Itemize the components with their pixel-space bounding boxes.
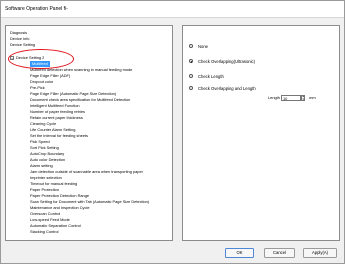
option-label: Check Length: [198, 74, 224, 79]
option-label: Check Overlapping(Ultrasonic): [198, 59, 256, 64]
multifeed-options-panel: None Check Overlapping(Ultrasonic) Check…: [182, 25, 340, 241]
length-spinner[interactable]: ▲ ▼: [301, 95, 305, 101]
window-title: Software Operation Panel fi-: [1, 1, 344, 18]
cancel-button[interactable]: Cancel: [264, 248, 295, 258]
length-setting: Length 10 ▲ ▼ mm: [268, 95, 316, 101]
option-none[interactable]: None: [189, 43, 208, 50]
radio-check-overlapping[interactable]: [189, 59, 193, 64]
option-label: Check Overlapping and Length: [198, 86, 256, 91]
option-check-length[interactable]: Check Length: [189, 73, 224, 80]
length-input[interactable]: 10: [281, 95, 301, 101]
apply-button[interactable]: Apply(A): [303, 248, 337, 258]
length-label: Length: [268, 95, 280, 101]
tree-item-device-setting[interactable]: Device Setting: [10, 42, 35, 48]
settings-tree[interactable]: Diagnosis Device Info Device Setting − D…: [5, 25, 173, 241]
software-operation-panel-window: Software Operation Panel fi- Diagnosis D…: [0, 0, 345, 264]
radio-none[interactable]: [189, 44, 193, 49]
ok-button[interactable]: OK: [225, 248, 254, 258]
length-unit: mm: [309, 95, 316, 101]
tree-item[interactable]: Stacking Control: [30, 229, 59, 235]
option-label: None: [198, 44, 209, 49]
radio-check-length[interactable]: [189, 74, 193, 79]
resize-grip-icon[interactable]: ⋰: [338, 256, 342, 261]
option-check-overlapping-and-length[interactable]: Check Overlapping and Length: [189, 85, 256, 92]
radio-check-overlapping-and-length[interactable]: [189, 86, 193, 91]
highlight-circle: [8, 49, 74, 69]
option-check-overlapping[interactable]: Check Overlapping(Ultrasonic): [189, 58, 255, 65]
